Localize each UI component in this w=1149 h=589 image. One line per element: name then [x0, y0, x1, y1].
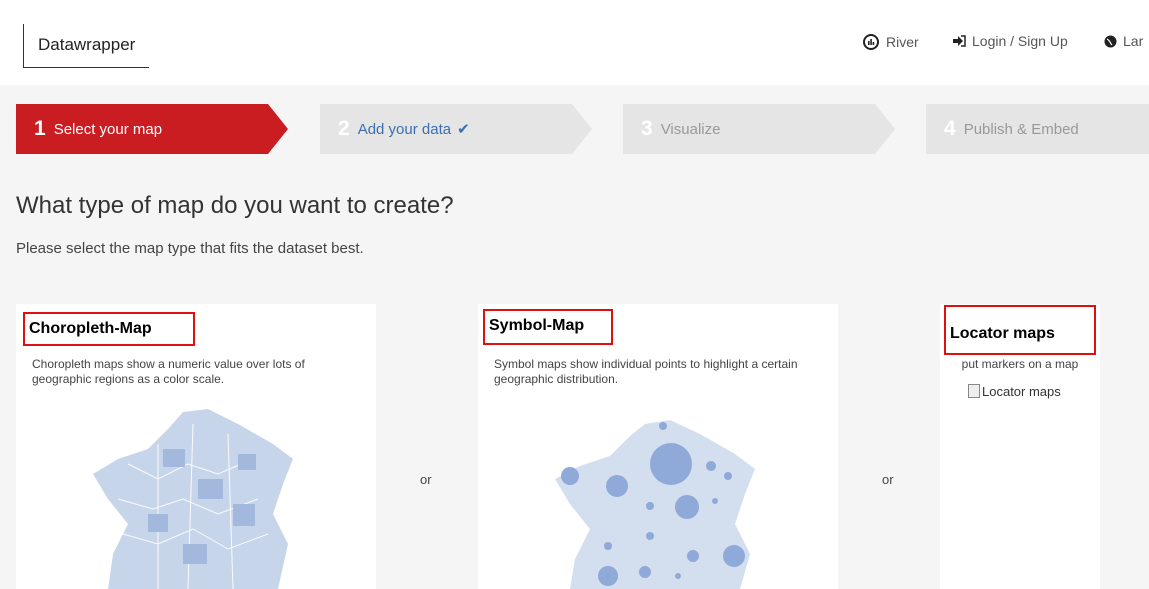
nav-language[interactable]: Lar — [1104, 33, 1143, 49]
step-number: 1 — [34, 117, 46, 140]
logo[interactable]: Datawrapper — [23, 24, 149, 68]
page-title: What type of map do you want to create? — [16, 192, 454, 219]
step-add-data[interactable]: 2 Add your data ✔ — [320, 104, 592, 154]
step-number: 2 — [338, 117, 350, 140]
step-number: 4 — [944, 117, 956, 140]
top-bar: Datawrapper River Login / Sign Up Lar — [0, 0, 1149, 85]
river-icon — [863, 34, 879, 50]
choropleth-map-card[interactable]: Choropleth-Map Choropleth maps show a nu… — [16, 304, 376, 589]
symbol-map-card[interactable]: Symbol-Map Symbol maps show individual p… — [478, 304, 838, 589]
checkmark-icon: ✔ — [457, 121, 470, 138]
nav-river-label: River — [886, 34, 919, 50]
choropleth-map-description: Choropleth maps show a numeric value ove… — [32, 357, 305, 386]
choropleth-map-title: Choropleth-Map — [23, 312, 195, 346]
choropleth-map-preview — [93, 409, 293, 589]
nav-river[interactable]: River — [862, 33, 919, 51]
locator-map-image-alt: Locator maps — [982, 384, 1061, 399]
nav-login[interactable]: Login / Sign Up — [952, 33, 1068, 49]
broken-image-icon — [968, 384, 980, 398]
step-select-map[interactable]: 1 Select your map — [16, 104, 288, 154]
logo-text: Datawrapper — [38, 35, 136, 54]
step-label: Select your map — [53, 120, 163, 138]
symbol-map-description: Symbol maps show individual points to hi… — [494, 357, 798, 386]
or-separator: or — [420, 472, 432, 487]
nav-language-label: Lar — [1123, 33, 1144, 49]
step-label: Add your data — [357, 120, 452, 138]
step-label: Publish & Embed — [963, 120, 1079, 138]
step-number: 3 — [641, 117, 653, 140]
step-publish[interactable]: 4 Publish & Embed — [926, 104, 1149, 154]
page-subtitle: Please select the map type that fits the… — [16, 240, 364, 257]
locator-map-description: put markers on a map — [961, 357, 1079, 371]
symbol-map-preview — [555, 420, 755, 589]
locator-map-image: Locator maps — [968, 384, 1061, 399]
symbol-map-title: Symbol-Map — [483, 309, 613, 345]
step-label: Visualize — [660, 120, 721, 138]
nav-login-label: Login / Sign Up — [972, 33, 1068, 49]
login-icon — [953, 35, 966, 47]
locator-map-card[interactable]: Locator maps put markers on a map Locato… — [940, 304, 1100, 589]
globe-icon — [1104, 35, 1117, 47]
or-separator: or — [882, 472, 894, 487]
step-progress: 1 Select your map 2 Add your data ✔ 3 Vi… — [16, 104, 1149, 154]
locator-map-title: Locator maps — [944, 305, 1096, 355]
step-visualize[interactable]: 3 Visualize — [623, 104, 895, 154]
